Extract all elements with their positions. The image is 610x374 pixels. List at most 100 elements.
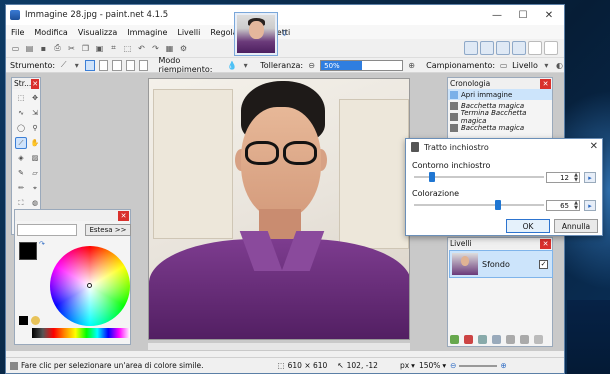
flood-mode-icon[interactable]: 💧 bbox=[227, 60, 237, 71]
undo-icon[interactable]: ↶ bbox=[136, 43, 147, 54]
dialog-close-icon[interactable]: ✕ bbox=[590, 141, 598, 152]
redo-icon[interactable]: ↷ bbox=[150, 43, 161, 54]
history-item[interactable]: Apri immagine bbox=[448, 89, 552, 100]
layer-row[interactable]: Sfondo ✓ bbox=[449, 250, 553, 278]
spinner-arrows-icon[interactable]: ▲ ▼ bbox=[574, 173, 578, 183]
zoom-icon[interactable]: ⚲ bbox=[29, 122, 41, 134]
palette-black-icon[interactable] bbox=[19, 316, 28, 325]
color-picker-icon[interactable]: ⌖ bbox=[29, 182, 41, 194]
palette-swatches[interactable] bbox=[32, 328, 130, 338]
move-icon[interactable]: ✥ bbox=[29, 92, 41, 104]
coloring-field[interactable]: 65 ▲ ▼ bbox=[546, 200, 580, 211]
copy-icon[interactable]: ❐ bbox=[80, 43, 91, 54]
history-toggle-icon[interactable] bbox=[480, 41, 494, 55]
duplicate-layer-icon[interactable] bbox=[478, 335, 487, 344]
thumbnail-arrow-icon[interactable]: ⇩ bbox=[281, 29, 288, 38]
minimize-button[interactable]: — bbox=[484, 5, 510, 25]
selection-mode-intersect-icon[interactable] bbox=[125, 59, 135, 71]
fill-mode-chevron-icon[interactable]: ▾ bbox=[241, 60, 250, 71]
color-wheel-cursor[interactable] bbox=[87, 283, 92, 288]
move-selection-icon[interactable]: ⇲ bbox=[29, 107, 41, 119]
add-layer-icon[interactable] bbox=[450, 335, 459, 344]
new-icon[interactable]: ▭ bbox=[10, 43, 21, 54]
horizontal-scrollbar[interactable] bbox=[148, 343, 410, 350]
reset-ink-outline-icon[interactable]: ▸ bbox=[584, 172, 596, 183]
selection-mode-replace-icon[interactable] bbox=[85, 59, 95, 71]
settings-gear-icon[interactable] bbox=[528, 41, 542, 55]
palette-menu-icon[interactable] bbox=[31, 316, 40, 325]
zoom-value[interactable]: 150% bbox=[419, 361, 440, 370]
sampling-chevron-icon[interactable]: ▾ bbox=[542, 60, 551, 71]
pencil-icon[interactable]: ✏ bbox=[15, 182, 27, 194]
tolerance-slider[interactable]: 50% bbox=[320, 59, 404, 71]
ok-button[interactable]: OK bbox=[506, 219, 550, 233]
coloring-knob[interactable] bbox=[494, 200, 501, 210]
spinner-arrows-icon[interactable]: ▲ ▼ bbox=[574, 201, 578, 211]
unit-select[interactable]: px bbox=[400, 361, 409, 370]
close-icon[interactable]: ✕ bbox=[540, 238, 551, 249]
layers-toggle-icon[interactable] bbox=[496, 41, 510, 55]
selection-mode-exclude-icon[interactable] bbox=[112, 59, 122, 71]
menu-visualizza[interactable]: Visualizza bbox=[73, 28, 122, 37]
move-layer-up-icon[interactable] bbox=[506, 335, 515, 344]
merge-layer-icon[interactable] bbox=[492, 335, 501, 344]
menu-file[interactable]: File bbox=[6, 28, 29, 37]
recolor-icon[interactable]: ◍ bbox=[29, 197, 41, 209]
zoom-slider[interactable] bbox=[459, 364, 498, 367]
history-item[interactable]: Termina Bacchetta magica bbox=[448, 109, 552, 125]
ink-outline-knob[interactable] bbox=[428, 172, 435, 182]
menu-modifica[interactable]: Modifica bbox=[29, 28, 72, 37]
cut-icon[interactable]: ✂ bbox=[66, 43, 77, 54]
layer-properties-icon[interactable] bbox=[534, 335, 543, 344]
zoom-out-icon[interactable]: ⊖ bbox=[450, 361, 456, 370]
antialias-icon[interactable]: ◐ bbox=[555, 60, 564, 71]
eraser-icon[interactable]: ▱ bbox=[29, 167, 41, 179]
deselect-icon[interactable]: ⬚ bbox=[122, 43, 133, 54]
ellipse-select-icon[interactable]: ◯ bbox=[15, 122, 27, 134]
reset-coloring-icon[interactable]: ▸ bbox=[584, 200, 596, 211]
clone-stamp-icon[interactable]: ⛶ bbox=[15, 197, 27, 209]
maximize-button[interactable]: ☐ bbox=[510, 5, 536, 25]
paintbrush-icon[interactable]: ✎ bbox=[15, 167, 27, 179]
cancel-button[interactable]: Annulla bbox=[554, 219, 598, 233]
paste-icon[interactable]: ▣ bbox=[94, 43, 105, 54]
help-icon[interactable] bbox=[544, 41, 558, 55]
magic-wand-tool-icon[interactable]: ⟋ bbox=[59, 60, 68, 71]
sampling-value[interactable]: Livello bbox=[512, 61, 538, 70]
print-icon[interactable]: ⎙ bbox=[52, 43, 63, 54]
menu-livelli[interactable]: Livelli bbox=[172, 28, 205, 37]
color-mode-select[interactable] bbox=[17, 224, 77, 236]
selection-mode-invert-icon[interactable] bbox=[139, 59, 149, 71]
gradient-icon[interactable]: ▨ bbox=[29, 152, 41, 164]
settings-icon[interactable]: ⚙ bbox=[178, 43, 189, 54]
open-icon[interactable]: ▤ bbox=[24, 43, 35, 54]
coloring-slider[interactable] bbox=[414, 200, 544, 210]
crop-icon[interactable]: ⌗ bbox=[108, 43, 119, 54]
image-canvas[interactable] bbox=[148, 78, 410, 340]
colors-toggle-icon[interactable] bbox=[512, 41, 526, 55]
grid-icon[interactable]: ▦ bbox=[164, 43, 175, 54]
move-layer-down-icon[interactable] bbox=[520, 335, 529, 344]
pan-icon[interactable]: ✋ bbox=[29, 137, 41, 149]
tolerance-minus-icon[interactable]: ⊖ bbox=[307, 60, 316, 71]
zoom-in-icon[interactable]: ⊕ bbox=[500, 361, 506, 370]
close-button[interactable]: ✕ bbox=[536, 5, 562, 25]
layer-visibility-checkbox[interactable]: ✓ bbox=[539, 259, 548, 269]
dropdown-chevron-icon[interactable]: ▾ bbox=[72, 60, 81, 71]
delete-layer-icon[interactable] bbox=[464, 335, 473, 344]
tolerance-plus-icon[interactable]: ⊕ bbox=[407, 60, 416, 71]
tools-toggle-icon[interactable] bbox=[464, 41, 478, 55]
rect-select-icon[interactable]: ⬚ bbox=[15, 92, 27, 104]
ink-outline-field[interactable]: 12 ▲ ▼ bbox=[546, 172, 580, 183]
ink-outline-slider[interactable] bbox=[414, 172, 544, 182]
unit-chevron-icon[interactable]: ▾ bbox=[411, 361, 415, 370]
menu-immagine[interactable]: Immagine bbox=[122, 28, 172, 37]
image-thumbnail-tab[interactable] bbox=[234, 12, 278, 56]
magic-wand-icon[interactable]: ⟋ bbox=[15, 137, 27, 149]
save-icon[interactable]: ▪ bbox=[38, 43, 49, 54]
close-icon[interactable]: ✕ bbox=[31, 78, 39, 89]
lasso-icon[interactable]: ∿ bbox=[15, 107, 27, 119]
layer-sampling-icon[interactable]: ▭ bbox=[499, 60, 508, 71]
selection-mode-union-icon[interactable] bbox=[98, 59, 109, 71]
swap-colors-icon[interactable]: ↷ bbox=[39, 240, 45, 248]
